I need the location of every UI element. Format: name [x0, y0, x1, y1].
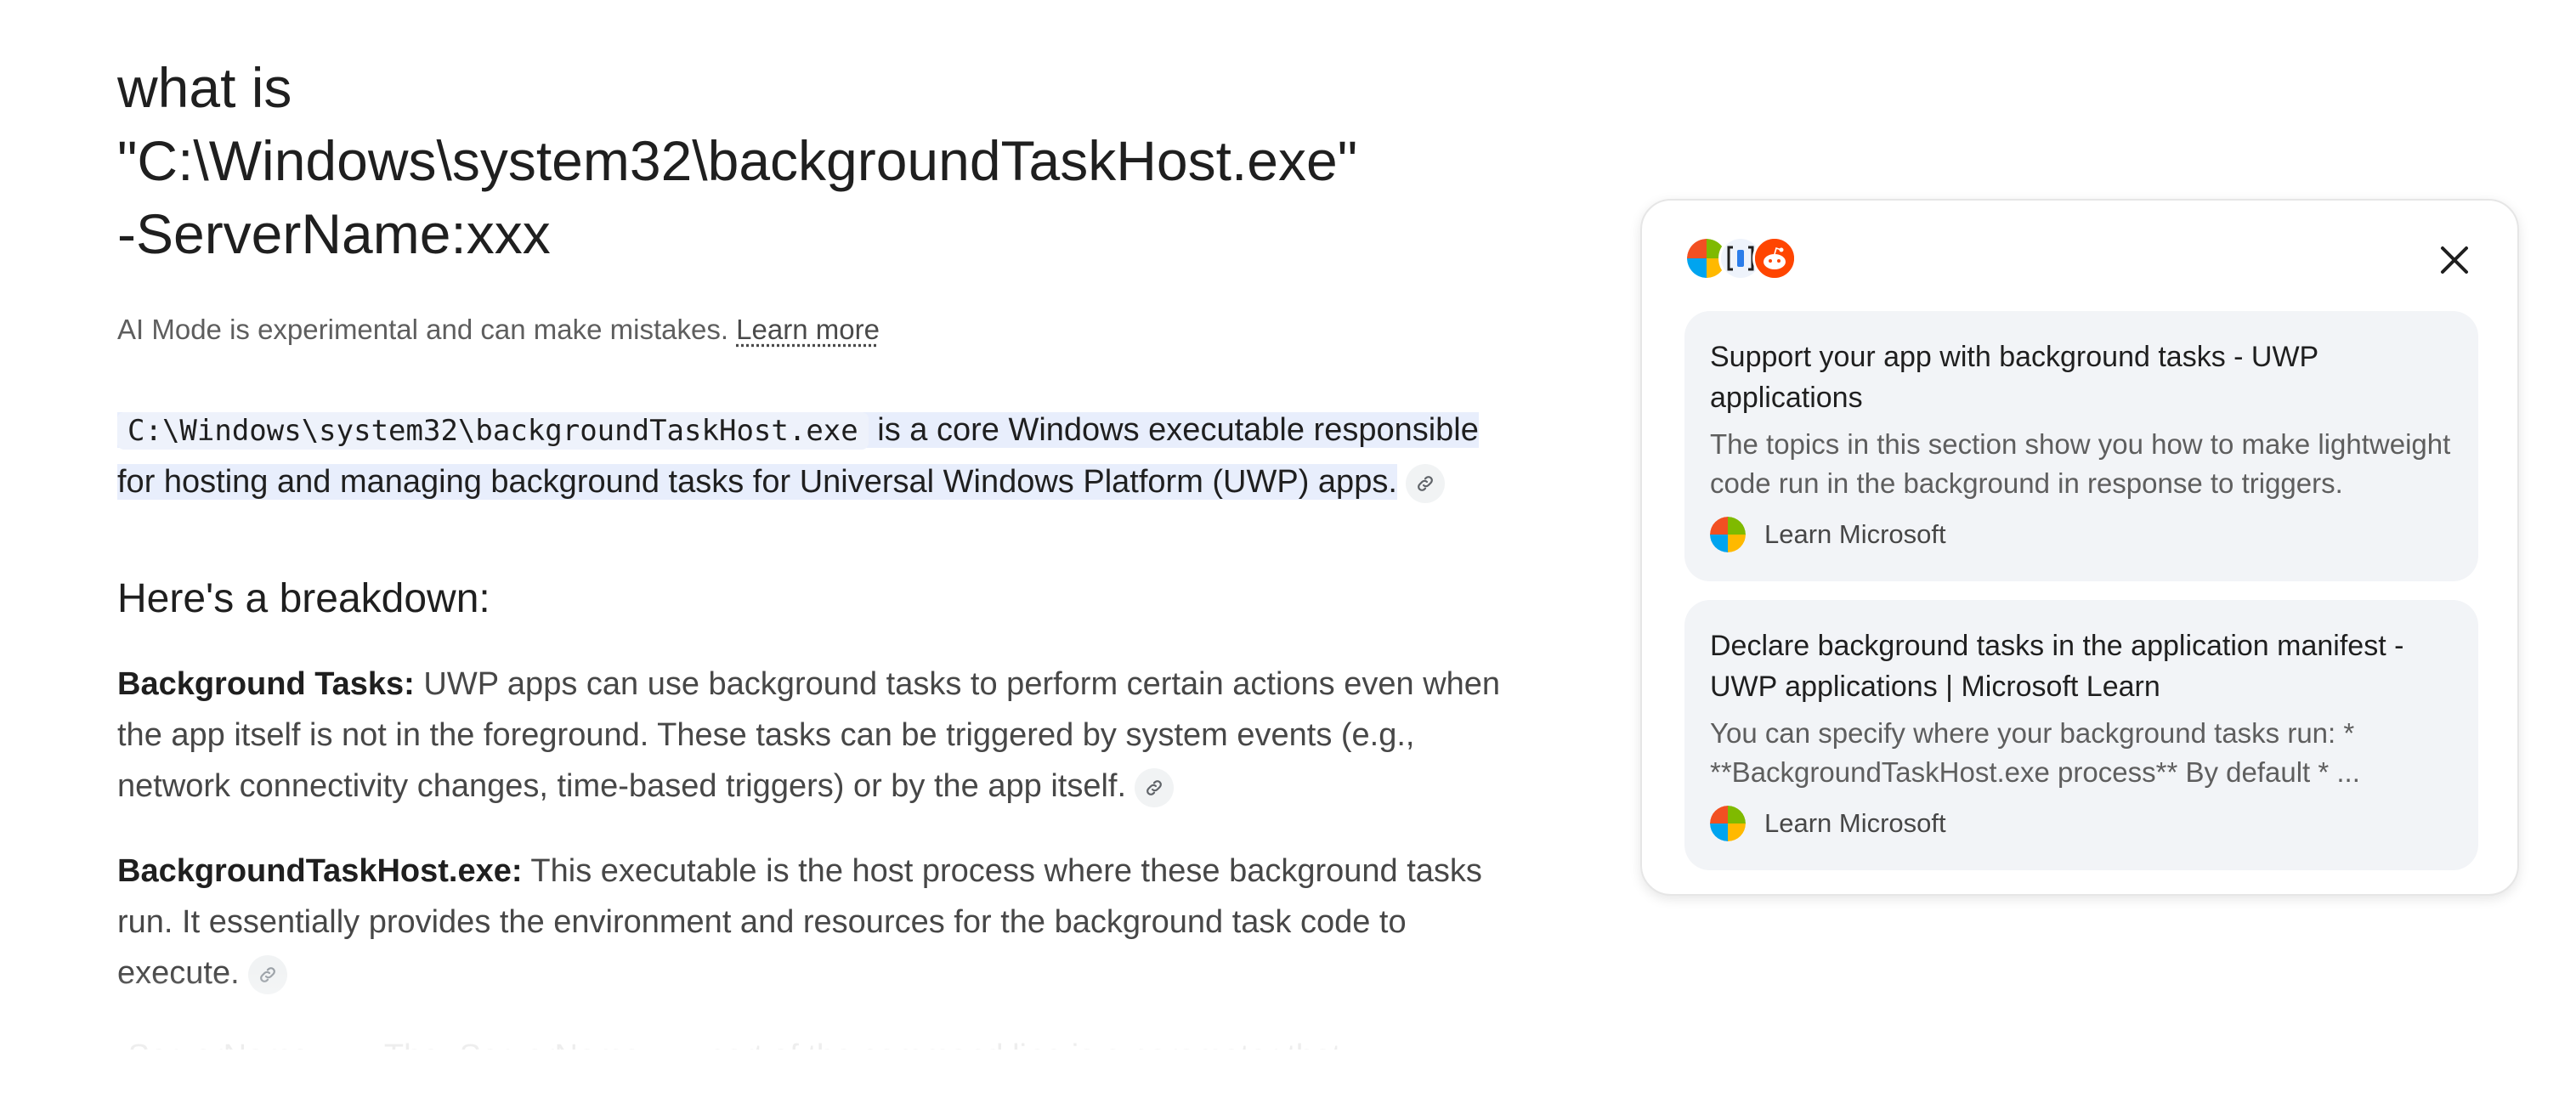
link-icon [1146, 780, 1162, 795]
source-card-site-name: Learn Microsoft [1764, 519, 1946, 549]
citation-link-button[interactable] [1405, 463, 1445, 503]
answer-column: what is "C:\Windows\system32\backgroundT… [117, 51, 1511, 1050]
link-icon [1417, 476, 1433, 491]
source-card-title: Declare background tasks in the applicat… [1710, 630, 2404, 703]
citation-link-button[interactable] [247, 954, 287, 994]
ai-mode-page: what is "C:\Windows\system32\backgroundT… [0, 0, 2576, 1115]
breakdown-item-background-tasks: Background Tasks: UWP apps can use backg… [117, 659, 1511, 812]
link-icon [259, 967, 275, 982]
microsoft-logo-icon [1710, 517, 1746, 552]
answer-intro: C:\Windows\system32\backgroundTaskHost.e… [117, 405, 1511, 507]
source-card-title: Support your app with background tasks -… [1710, 341, 2318, 414]
source-card-site-name: Learn Microsoft [1764, 808, 1946, 838]
sources-panel: Support your app with background tasks -… [1640, 199, 2519, 896]
disclaimer: AI Mode is experimental and can make mis… [117, 313, 1511, 347]
close-icon [2441, 246, 2468, 274]
breakdown-item-taskhost: BackgroundTaskHost.exe: This executable … [117, 846, 1511, 999]
exe-path-code: C:\Windows\system32\backgroundTaskHost.e… [117, 412, 869, 450]
source-card-site: Learn Microsoft [1710, 806, 2453, 841]
source-card-snippet: You can specify where your background ta… [1710, 717, 2360, 788]
highlighted-answer: C:\Windows\system32\backgroundTaskHost.e… [117, 412, 1479, 500]
source-card-snippet: The topics in this section show you how … [1710, 428, 2451, 499]
source-card[interactable]: Declare background tasks in the applicat… [1684, 600, 2478, 870]
breakdown-heading: Here's a breakdown: [117, 576, 490, 621]
reddit-favicon-icon [1752, 236, 1797, 280]
source-card-site: Learn Microsoft [1710, 517, 2453, 552]
close-button[interactable] [2434, 240, 2475, 280]
cut-off-line: -ServerName:xxx: The -ServerName:xxx par… [117, 1031, 1511, 1050]
learn-more-link[interactable]: Learn more [736, 314, 880, 345]
disclaimer-text: AI Mode is experimental and can make mis… [117, 314, 737, 345]
breakdown-term: BackgroundTaskHost.exe: [117, 853, 523, 889]
citation-link-button[interactable] [1135, 767, 1175, 807]
microsoft-logo-icon [1710, 806, 1746, 841]
breakdown-term: Background Tasks: [117, 666, 415, 702]
query-title: what is "C:\Windows\system32\backgroundT… [117, 56, 1358, 265]
source-favicons [1684, 236, 1797, 280]
source-card[interactable]: Support your app with background tasks -… [1684, 311, 2478, 581]
